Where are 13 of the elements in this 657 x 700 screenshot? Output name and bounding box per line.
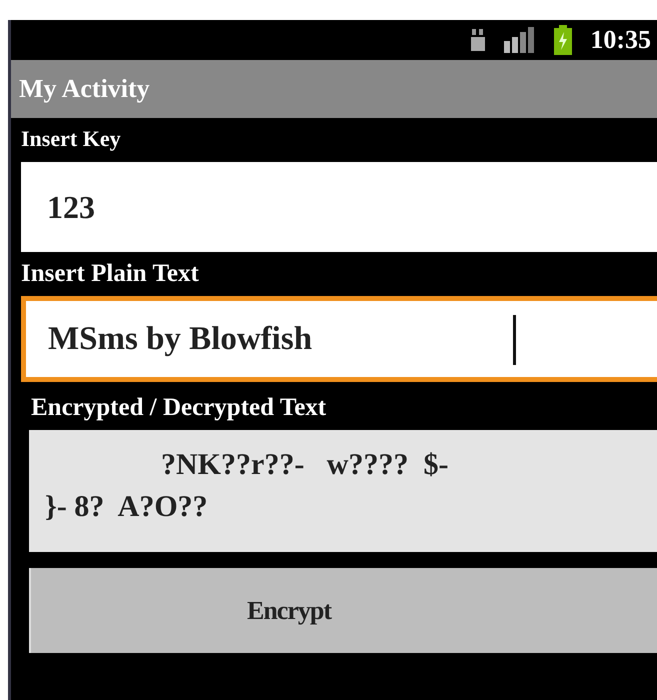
output-label: Encrypted / Decrypted Text <box>30 393 328 423</box>
battery-icon <box>554 25 572 55</box>
field-label: Insert Plain Text <box>20 259 200 289</box>
usb-icon <box>470 27 486 53</box>
output-text-area: ?NK??r??- w???? $- }- 8? A?O?? <box>29 430 657 552</box>
input-field[interactable]: 123 <box>21 162 657 252</box>
clock-time: 10:35 <box>590 25 651 55</box>
app-title: My Activity <box>19 74 150 104</box>
signal-icon <box>504 27 536 53</box>
input-field[interactable]: MSms by Blowfish <box>21 296 657 382</box>
encrypt-button[interactable]: Encrypt <box>29 568 657 653</box>
text-cursor <box>513 315 516 365</box>
field-label: Insert Key <box>20 125 122 153</box>
